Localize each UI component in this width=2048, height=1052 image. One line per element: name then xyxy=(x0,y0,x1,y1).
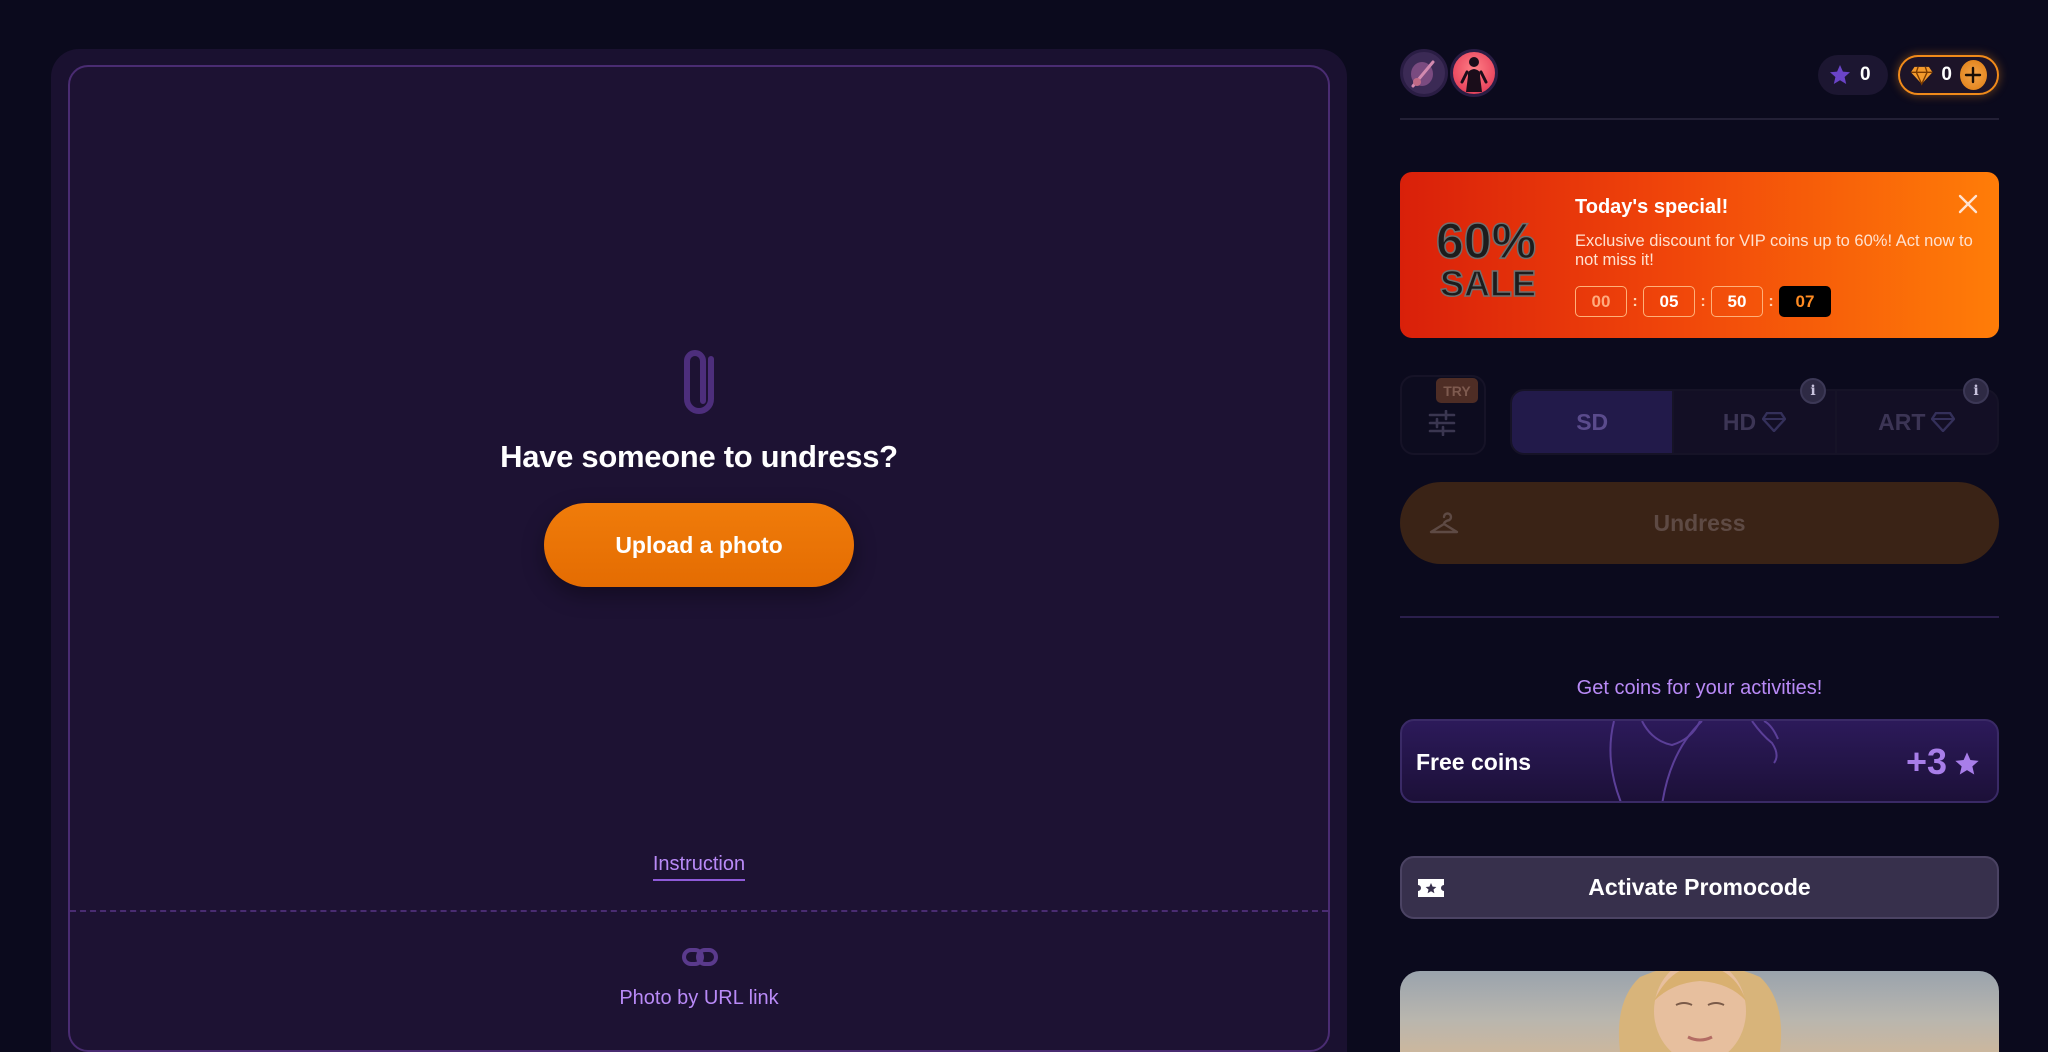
quality-label-sd: SD xyxy=(1576,408,1609,435)
timer-separator: : xyxy=(1768,292,1774,310)
gems-count: 0 xyxy=(1941,64,1952,85)
add-coins-button[interactable] xyxy=(1959,60,1987,90)
coins-caption: Get coins for your activities! xyxy=(1576,677,1823,699)
quality-selector: SD HD ART xyxy=(1510,389,1999,455)
gem-icon xyxy=(1931,412,1956,432)
star-icon xyxy=(1955,752,1979,775)
quality-option-sd[interactable]: SD xyxy=(1512,391,1673,453)
upload-title: Have someone to undress? xyxy=(500,439,898,474)
control-sidebar: 0 0 60% SALE Today's special! Exclusive … xyxy=(1400,0,1999,1052)
gem-icon xyxy=(1910,66,1933,86)
link-icon[interactable] xyxy=(682,943,718,971)
timer-separator: : xyxy=(1700,292,1706,310)
sample-result-image xyxy=(1400,971,1999,1052)
figure-outline-art xyxy=(1609,721,1779,801)
brush-avatar-icon xyxy=(1411,60,1435,88)
sale-badge-word: SALE xyxy=(1440,263,1536,302)
section-divider xyxy=(1400,616,1999,618)
art-info-icon[interactable]: i xyxy=(1963,378,1989,404)
photo-dropzone[interactable]: Have someone to undress? Upload a photo … xyxy=(68,65,1330,1052)
quality-label-hd: HD xyxy=(1722,408,1757,435)
try-badge: TRY xyxy=(1436,378,1478,403)
photo-by-url-link[interactable]: Photo by URL link xyxy=(70,987,1328,1010)
hanger-icon xyxy=(1429,512,1459,534)
sale-badge-art: 60% SALE xyxy=(1435,214,1537,302)
silhouette-avatar-icon xyxy=(1460,57,1488,92)
timer-seconds: 07 xyxy=(1779,286,1831,317)
promo-title: Today's special! xyxy=(1575,196,1729,218)
stars-balance[interactable]: 0 xyxy=(1818,55,1888,95)
quality-label-art: ART xyxy=(1878,408,1926,435)
timer-hours: 05 xyxy=(1643,286,1695,317)
countdown-timer: 00 : 05 : 50 : 07 xyxy=(1575,286,1831,317)
gem-icon xyxy=(1762,412,1787,432)
ticket-icon xyxy=(1418,879,1444,897)
avatar-mode-art[interactable] xyxy=(1400,49,1448,97)
free-coins-amount: +3 xyxy=(1905,741,1947,782)
paperclip-icon xyxy=(684,350,714,414)
header-divider xyxy=(1400,118,1999,120)
avatar-mode-undress[interactable] xyxy=(1450,49,1498,97)
close-icon[interactable] xyxy=(1954,190,1982,218)
star-icon xyxy=(1830,65,1850,84)
instruction-link-wrap: Instruction xyxy=(70,853,1328,881)
timer-days: 00 xyxy=(1575,286,1627,317)
upload-panel: Have someone to undress? Upload a photo … xyxy=(51,49,1347,1052)
instruction-link[interactable]: Instruction xyxy=(652,853,746,881)
free-coins-label: Free coins xyxy=(1416,749,1532,775)
plus-icon xyxy=(1965,66,1982,84)
mode-avatars xyxy=(1400,49,1498,97)
sale-badge-percent: 60% xyxy=(1436,214,1536,269)
sample-portrait xyxy=(1618,971,1782,1052)
sliders-icon xyxy=(1428,410,1456,436)
dashed-divider xyxy=(70,910,1328,912)
timer-separator: : xyxy=(1632,292,1638,310)
gems-balance[interactable]: 0 xyxy=(1898,55,1999,95)
promo-description: Exclusive discount for VIP coins up to 6… xyxy=(1575,232,1973,269)
free-coins-card[interactable]: Free coins +3 xyxy=(1400,719,1999,803)
undress-button[interactable]: Undress xyxy=(1400,482,1999,564)
promo-banner: 60% SALE Today's special! Exclusive disc… xyxy=(1400,172,1999,338)
timer-minutes: 50 xyxy=(1711,286,1763,317)
activate-promocode-button[interactable]: Activate Promocode xyxy=(1400,856,1999,919)
upload-photo-button[interactable]: Upload a photo xyxy=(544,503,854,587)
stars-count: 0 xyxy=(1860,64,1871,85)
hd-info-icon[interactable]: i xyxy=(1800,378,1826,404)
